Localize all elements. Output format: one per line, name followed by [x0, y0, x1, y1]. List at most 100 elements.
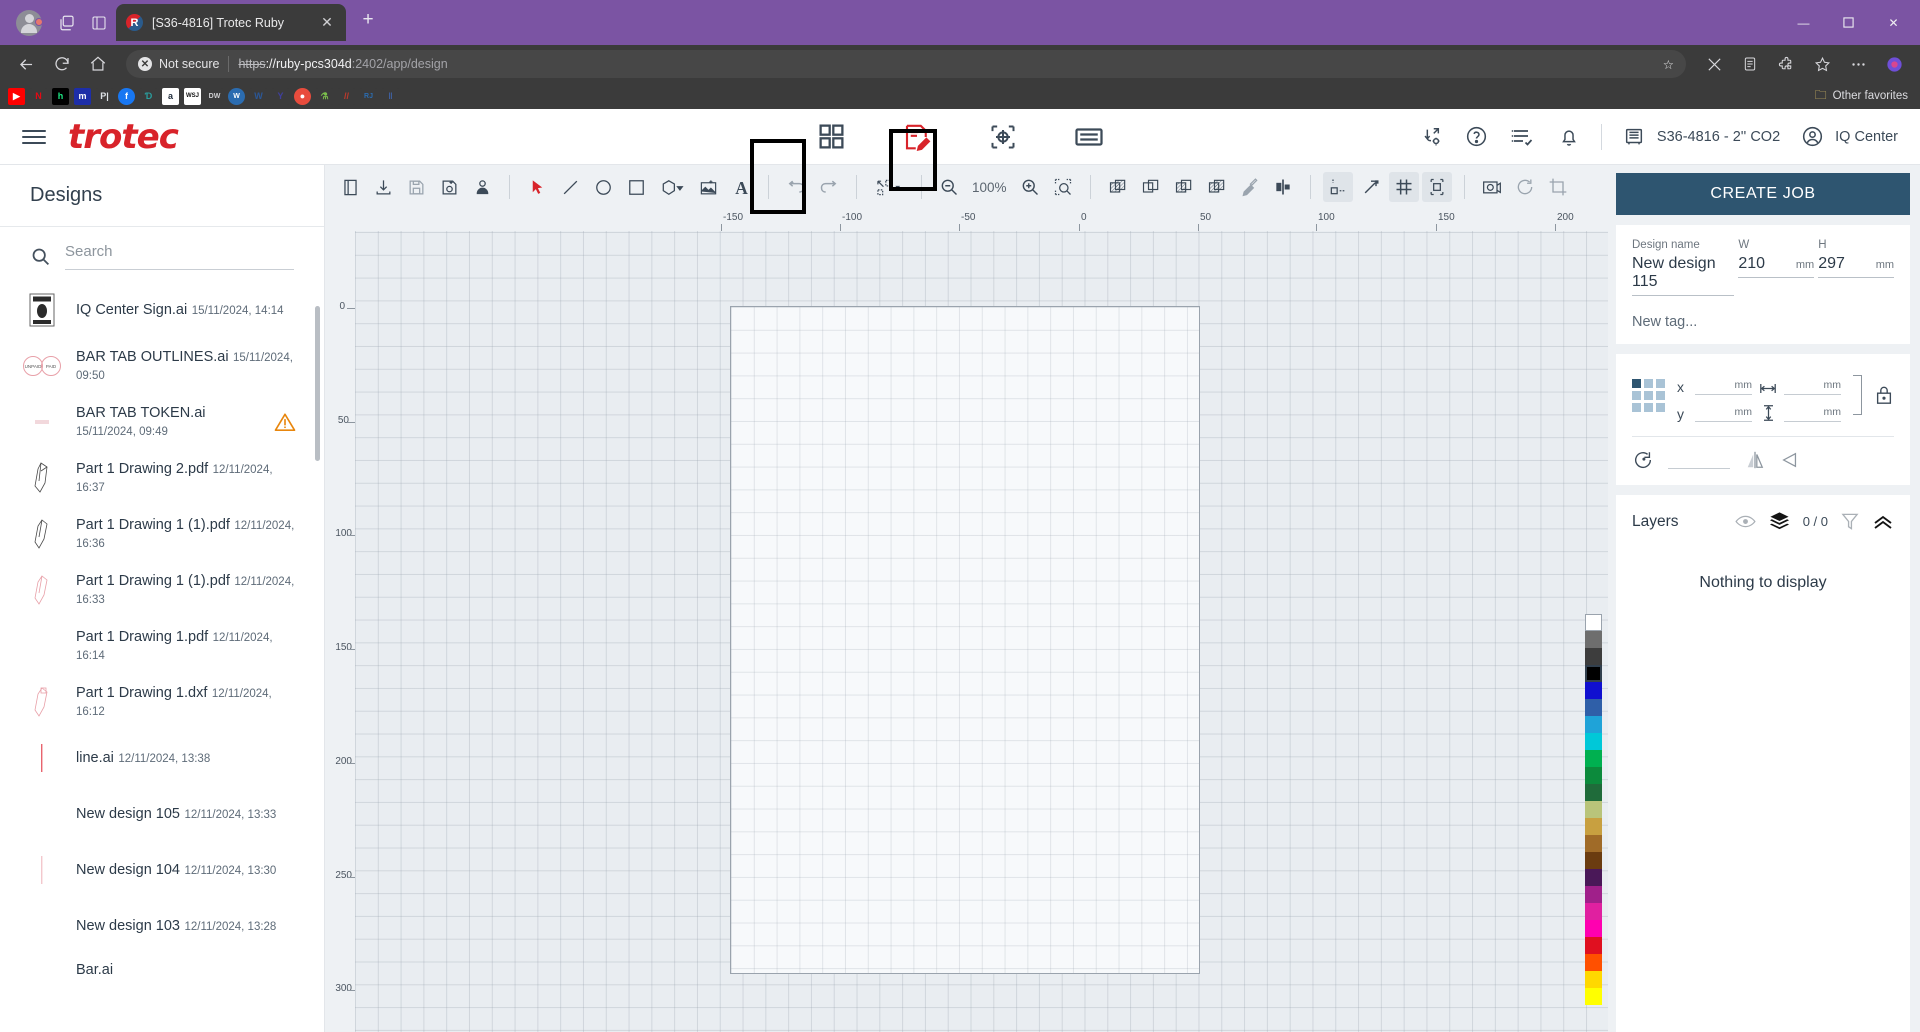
boolean-union-button[interactable]	[1103, 172, 1133, 202]
anchor-cell[interactable]	[1644, 402, 1653, 412]
export-stamp-button[interactable]	[467, 172, 497, 202]
new-tab-button[interactable]: +	[354, 6, 382, 34]
anchor-cell[interactable]	[1632, 378, 1641, 388]
sidebar-search[interactable]	[0, 227, 324, 270]
canvas-grid[interactable]	[355, 231, 1608, 1032]
notifications-icon[interactable]	[1555, 123, 1583, 151]
save-as-template-button[interactable]	[434, 172, 464, 202]
shape-height-input[interactable]: mm	[1784, 406, 1841, 422]
sync-settings-icon[interactable]	[1417, 123, 1445, 151]
list-item[interactable]: New design 104 12/11/2024, 13:30	[0, 842, 324, 898]
maximize-button[interactable]	[1826, 7, 1871, 39]
list-item[interactable]: New design 103 12/11/2024, 13:28	[0, 898, 324, 954]
job-setup-button[interactable]	[981, 115, 1025, 159]
new-tag-input[interactable]: New tag...	[1632, 314, 1894, 330]
zoom-level-label[interactable]: 100%	[967, 180, 1012, 195]
zoom-out-button[interactable]	[934, 172, 964, 202]
polygon-tool[interactable]	[654, 172, 690, 202]
color-swatch[interactable]	[1585, 784, 1602, 801]
anchor-cell[interactable]	[1632, 390, 1641, 400]
design-name-field[interactable]: Design name New design 115	[1632, 239, 1735, 296]
offset-arrow-button[interactable]	[1356, 172, 1386, 202]
list-item[interactable]: Part 1 Drawing 1.dxf 12/11/2024, 16:12	[0, 674, 324, 730]
bookmark-icon[interactable]: N	[30, 87, 47, 105]
color-palette[interactable]	[1585, 614, 1602, 1005]
color-swatch[interactable]	[1585, 614, 1602, 631]
color-swatch[interactable]	[1585, 699, 1602, 716]
snap-button[interactable]	[1421, 172, 1452, 202]
bookmark-icon[interactable]: ●	[294, 87, 311, 105]
machine-selector[interactable]: S36-4816 - 2'' CO2	[1620, 123, 1780, 151]
list-item[interactable]: Bar.ai	[0, 954, 324, 980]
color-swatch[interactable]	[1585, 886, 1602, 903]
copilot-icon[interactable]	[1878, 48, 1910, 80]
color-swatch-selected[interactable]	[1585, 665, 1602, 682]
flip-vertical-icon[interactable]	[1780, 450, 1800, 470]
color-swatch[interactable]	[1585, 971, 1602, 988]
y-input[interactable]: mm	[1695, 406, 1752, 422]
boolean-exclude-button[interactable]	[1202, 172, 1232, 202]
color-swatch[interactable]	[1585, 920, 1602, 937]
profile-avatar[interactable]	[16, 9, 43, 36]
color-swatch[interactable]	[1585, 648, 1602, 665]
rotate-button[interactable]	[1510, 172, 1540, 202]
layers-stack-icon[interactable]	[1769, 511, 1790, 532]
image-tool[interactable]	[693, 172, 723, 202]
crop-button[interactable]	[1543, 172, 1573, 202]
browser-tab[interactable]: R [S36-4816] Trotec Ruby ✕	[116, 4, 346, 41]
redo-button[interactable]	[814, 172, 844, 202]
anchor-cell[interactable]	[1632, 402, 1641, 412]
design-list[interactable]: IQ Center Sign.ai 15/11/2024, 14:14 UNPA…	[0, 270, 324, 1032]
warning-icon[interactable]	[274, 412, 302, 432]
color-swatch[interactable]	[1585, 869, 1602, 886]
list-item[interactable]: Part 1 Drawing 2.pdf 12/11/2024, 16:37	[0, 450, 324, 506]
read-aloud-icon[interactable]	[1734, 48, 1766, 80]
extensions-icon[interactable]	[1770, 48, 1802, 80]
tasks-icon[interactable]	[1509, 123, 1537, 151]
color-swatch[interactable]	[1585, 750, 1602, 767]
bookmark-icon[interactable]: //	[338, 87, 355, 105]
back-icon[interactable]	[10, 48, 42, 80]
ellipse-tool[interactable]	[588, 172, 618, 202]
close-window-button[interactable]: ✕	[1871, 7, 1916, 39]
color-swatch[interactable]	[1585, 835, 1602, 852]
create-job-button[interactable]: CREATE JOB	[1616, 173, 1910, 215]
favorites-icon[interactable]	[1806, 48, 1838, 80]
anchor-cell[interactable]	[1644, 378, 1653, 388]
close-icon[interactable]: ✕	[318, 14, 336, 32]
bookmark-icon[interactable]: m	[74, 87, 91, 105]
design-canvas[interactable]: -150 -100 -50 0 50 100 150 200 2	[325, 209, 1608, 1032]
width-field[interactable]: W 210 mm	[1738, 239, 1815, 296]
design-editor-button[interactable]	[895, 115, 939, 159]
x-input[interactable]: mm	[1695, 379, 1752, 395]
bookmark-icon[interactable]: RJ	[360, 87, 377, 105]
rotate-ccw-icon[interactable]	[1632, 449, 1654, 471]
nesting-button[interactable]	[869, 172, 909, 202]
undo-button[interactable]	[781, 172, 811, 202]
rotation-input[interactable]	[1668, 452, 1730, 469]
zoom-fit-button[interactable]	[1048, 172, 1078, 202]
color-swatch[interactable]	[1585, 937, 1602, 954]
laser-queue-button[interactable]	[1067, 115, 1111, 159]
import-design-button[interactable]	[368, 172, 398, 202]
camera-button[interactable]	[1477, 172, 1507, 202]
bookmark-icon[interactable]: ▶	[8, 87, 25, 105]
bookmark-icon[interactable]: P|	[96, 87, 113, 105]
save-design-button[interactable]	[401, 172, 431, 202]
address-bar[interactable]: ✕ Not secure https://ruby-pcs304d:2402/a…	[126, 50, 1686, 78]
height-field[interactable]: H 297 mm	[1818, 239, 1895, 296]
anchor-point-selector[interactable]	[1632, 378, 1665, 412]
list-item[interactable]: Part 1 Drawing 1 (1).pdf 12/11/2024, 16:…	[0, 562, 324, 618]
bookmark-icon[interactable]: WSJ	[184, 87, 201, 105]
filter-icon[interactable]	[1841, 512, 1859, 531]
extensions-off-icon[interactable]	[1698, 48, 1730, 80]
color-swatch[interactable]	[1585, 801, 1602, 818]
reload-icon[interactable]	[46, 48, 78, 80]
tab-collections-icon[interactable]	[52, 8, 82, 38]
select-tool[interactable]	[522, 172, 552, 202]
zoom-in-button[interactable]	[1015, 172, 1045, 202]
anchor-cell[interactable]	[1644, 390, 1653, 400]
flip-horizontal-icon[interactable]	[1744, 450, 1766, 470]
list-item[interactable]: line.ai 12/11/2024, 13:38	[0, 730, 324, 786]
user-menu[interactable]: IQ Center	[1798, 123, 1898, 151]
